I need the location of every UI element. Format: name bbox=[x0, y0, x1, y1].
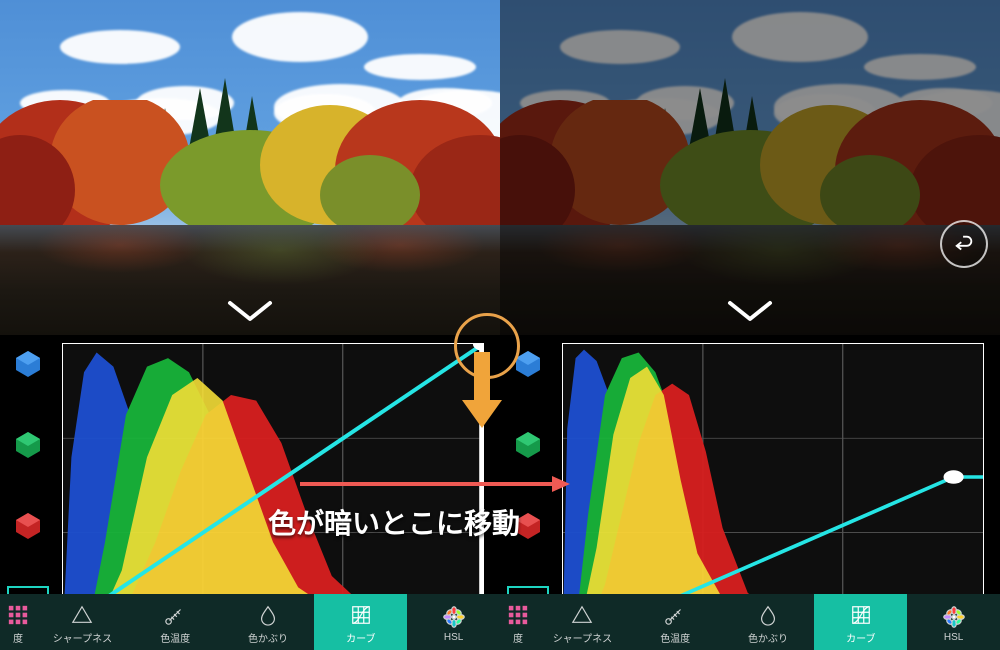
curve-canvas[interactable] bbox=[62, 343, 484, 628]
toolbar: 度 シャープネス 色温度 色かぶり カーブ HSL bbox=[500, 594, 1000, 650]
tool-temperature[interactable]: 色温度 bbox=[629, 594, 722, 650]
tool-label: 色かぶり bbox=[248, 630, 288, 645]
curve-canvas[interactable] bbox=[562, 343, 984, 628]
tool-sharpness[interactable]: シャープネス bbox=[536, 594, 629, 650]
tool-tint[interactable]: 色かぶり bbox=[222, 594, 315, 650]
app-root: 度 シャープネス 色温度 色かぶり カーブ HSL bbox=[0, 0, 1000, 650]
tool-temperature[interactable]: 色温度 bbox=[129, 594, 222, 650]
tool-label: 色かぶり bbox=[748, 630, 788, 645]
tint-icon bbox=[753, 603, 783, 627]
tool-tint[interactable]: 色かぶり bbox=[722, 594, 815, 650]
temperature-icon bbox=[160, 603, 190, 627]
tool-exposure[interactable]: 度 bbox=[500, 594, 536, 650]
curves-icon bbox=[846, 603, 876, 627]
temperature-icon bbox=[660, 603, 690, 627]
tool-label: 色温度 bbox=[160, 630, 190, 645]
tool-hsl[interactable]: HSL bbox=[407, 594, 500, 650]
tool-label: HSL bbox=[444, 632, 463, 643]
exposure-icon bbox=[3, 603, 33, 627]
channel-green[interactable] bbox=[507, 424, 549, 466]
channel-blue[interactable] bbox=[7, 343, 49, 385]
hsl-icon bbox=[939, 605, 969, 629]
tool-label: カーブ bbox=[846, 630, 875, 645]
tint-icon bbox=[253, 603, 283, 627]
tool-label: HSL bbox=[944, 632, 963, 643]
tool-label: 色温度 bbox=[660, 630, 690, 645]
tool-label: シャープネス bbox=[53, 630, 112, 645]
sharpness-icon bbox=[567, 603, 597, 627]
exposure-icon bbox=[503, 603, 533, 627]
toolbar: 度 シャープネス 色温度 色かぶり カーブ HSL bbox=[0, 594, 500, 650]
channel-green[interactable] bbox=[7, 424, 49, 466]
tool-curves[interactable]: カーブ bbox=[814, 594, 907, 650]
tool-exposure[interactable]: 度 bbox=[0, 594, 36, 650]
tool-label: 度 bbox=[13, 630, 23, 645]
channel-picker bbox=[504, 343, 552, 628]
channel-red[interactable] bbox=[507, 505, 549, 547]
tool-curves[interactable]: カーブ bbox=[314, 594, 407, 650]
tool-label: カーブ bbox=[346, 630, 375, 645]
panel-original: 度 シャープネス 色温度 色かぶり カーブ HSL bbox=[0, 0, 500, 650]
channel-picker bbox=[4, 343, 52, 628]
tool-label: シャープネス bbox=[553, 630, 612, 645]
tool-sharpness[interactable]: シャープネス bbox=[36, 594, 129, 650]
panel-edited: 度 シャープネス 色温度 色かぶり カーブ HSL bbox=[500, 0, 1000, 650]
photo-preview[interactable] bbox=[0, 0, 500, 335]
undo-button[interactable] bbox=[940, 220, 988, 268]
sharpness-icon bbox=[67, 603, 97, 627]
hsl-icon bbox=[439, 605, 469, 629]
tool-hsl[interactable]: HSL bbox=[907, 594, 1000, 650]
tool-label: 度 bbox=[513, 630, 523, 645]
photo-preview-edited[interactable] bbox=[500, 0, 1000, 335]
channel-blue[interactable] bbox=[507, 343, 549, 385]
curves-icon bbox=[346, 603, 376, 627]
channel-red[interactable] bbox=[7, 505, 49, 547]
